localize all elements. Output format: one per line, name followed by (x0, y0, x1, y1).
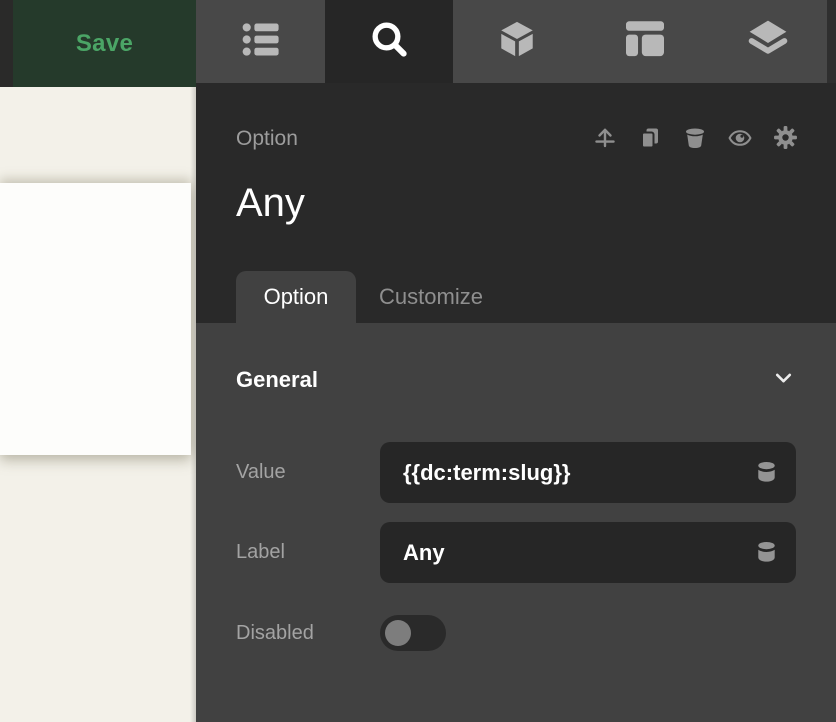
duplicate-icon (638, 126, 662, 153)
database-icon (756, 541, 777, 568)
topbar-tabs (196, 0, 836, 83)
tab-customize[interactable]: Customize (356, 271, 506, 323)
chevron-down-icon (771, 365, 796, 395)
gear-icon (773, 125, 798, 153)
value-field-control (380, 442, 796, 503)
tab-search[interactable] (325, 0, 453, 83)
inspector-top-row: Option (236, 125, 798, 153)
tab-option[interactable]: Option (236, 271, 356, 323)
element-actions (593, 125, 798, 153)
search-icon (369, 19, 409, 64)
tab-layers[interactable] (709, 0, 827, 83)
inspector-body: General Value {{dc:term:slug}} Label Any… (196, 323, 836, 722)
tab-layout[interactable] (581, 0, 709, 83)
layers-icon (747, 19, 789, 64)
inspector-tabs: Option Customize (236, 271, 506, 323)
label-field-control (380, 522, 796, 583)
settings-button[interactable] (773, 125, 798, 153)
label-field-label: Label (236, 541, 285, 563)
layout-icon (626, 21, 664, 62)
move-up-button[interactable] (593, 127, 617, 151)
tab-option-label: Option (263, 284, 329, 309)
delete-button[interactable] (683, 127, 707, 151)
field-row-disabled: Disabled (236, 615, 796, 651)
list-icon (242, 22, 280, 61)
visibility-button[interactable] (728, 127, 752, 151)
field-row-value: Value (236, 442, 796, 503)
disabled-toggle[interactable] (380, 615, 446, 651)
value-field-label: Value (236, 461, 286, 483)
move-up-icon (593, 126, 617, 153)
value-input[interactable] (380, 442, 796, 503)
trash-icon (683, 126, 707, 153)
topbar: Save (0, 0, 836, 87)
save-button[interactable]: Save (13, 0, 196, 87)
tab-elements[interactable] (453, 0, 581, 83)
element-title: Any (236, 181, 305, 225)
database-icon (756, 461, 777, 488)
field-row-label: Label (236, 522, 796, 583)
save-button-label: Save (75, 29, 134, 57)
canvas-preview[interactable] (0, 87, 196, 722)
builder-app: Save Option Any Option Customize General… (0, 0, 836, 722)
window-edge-strip (0, 0, 13, 87)
disabled-field-label: Disabled (236, 621, 314, 644)
topbar-end-strip (827, 0, 836, 83)
label-dynamic-data-button[interactable] (756, 541, 777, 565)
section-general-title: General (236, 367, 318, 392)
eye-icon (727, 126, 753, 153)
tab-customize-label: Customize (379, 284, 483, 309)
inspector-panel: Option Any Option Customize General Valu… (196, 83, 836, 722)
inspector-header: Option Any Option Customize (196, 83, 836, 323)
cube-icon (497, 19, 537, 64)
element-type-label: Option (236, 127, 298, 150)
label-input[interactable] (380, 522, 796, 583)
tab-structure[interactable] (196, 0, 325, 83)
canvas-section-card[interactable] (0, 183, 191, 455)
section-general-header[interactable]: General (236, 323, 796, 395)
duplicate-button[interactable] (638, 127, 662, 151)
toggle-knob (385, 620, 411, 646)
value-dynamic-data-button[interactable] (756, 461, 777, 485)
